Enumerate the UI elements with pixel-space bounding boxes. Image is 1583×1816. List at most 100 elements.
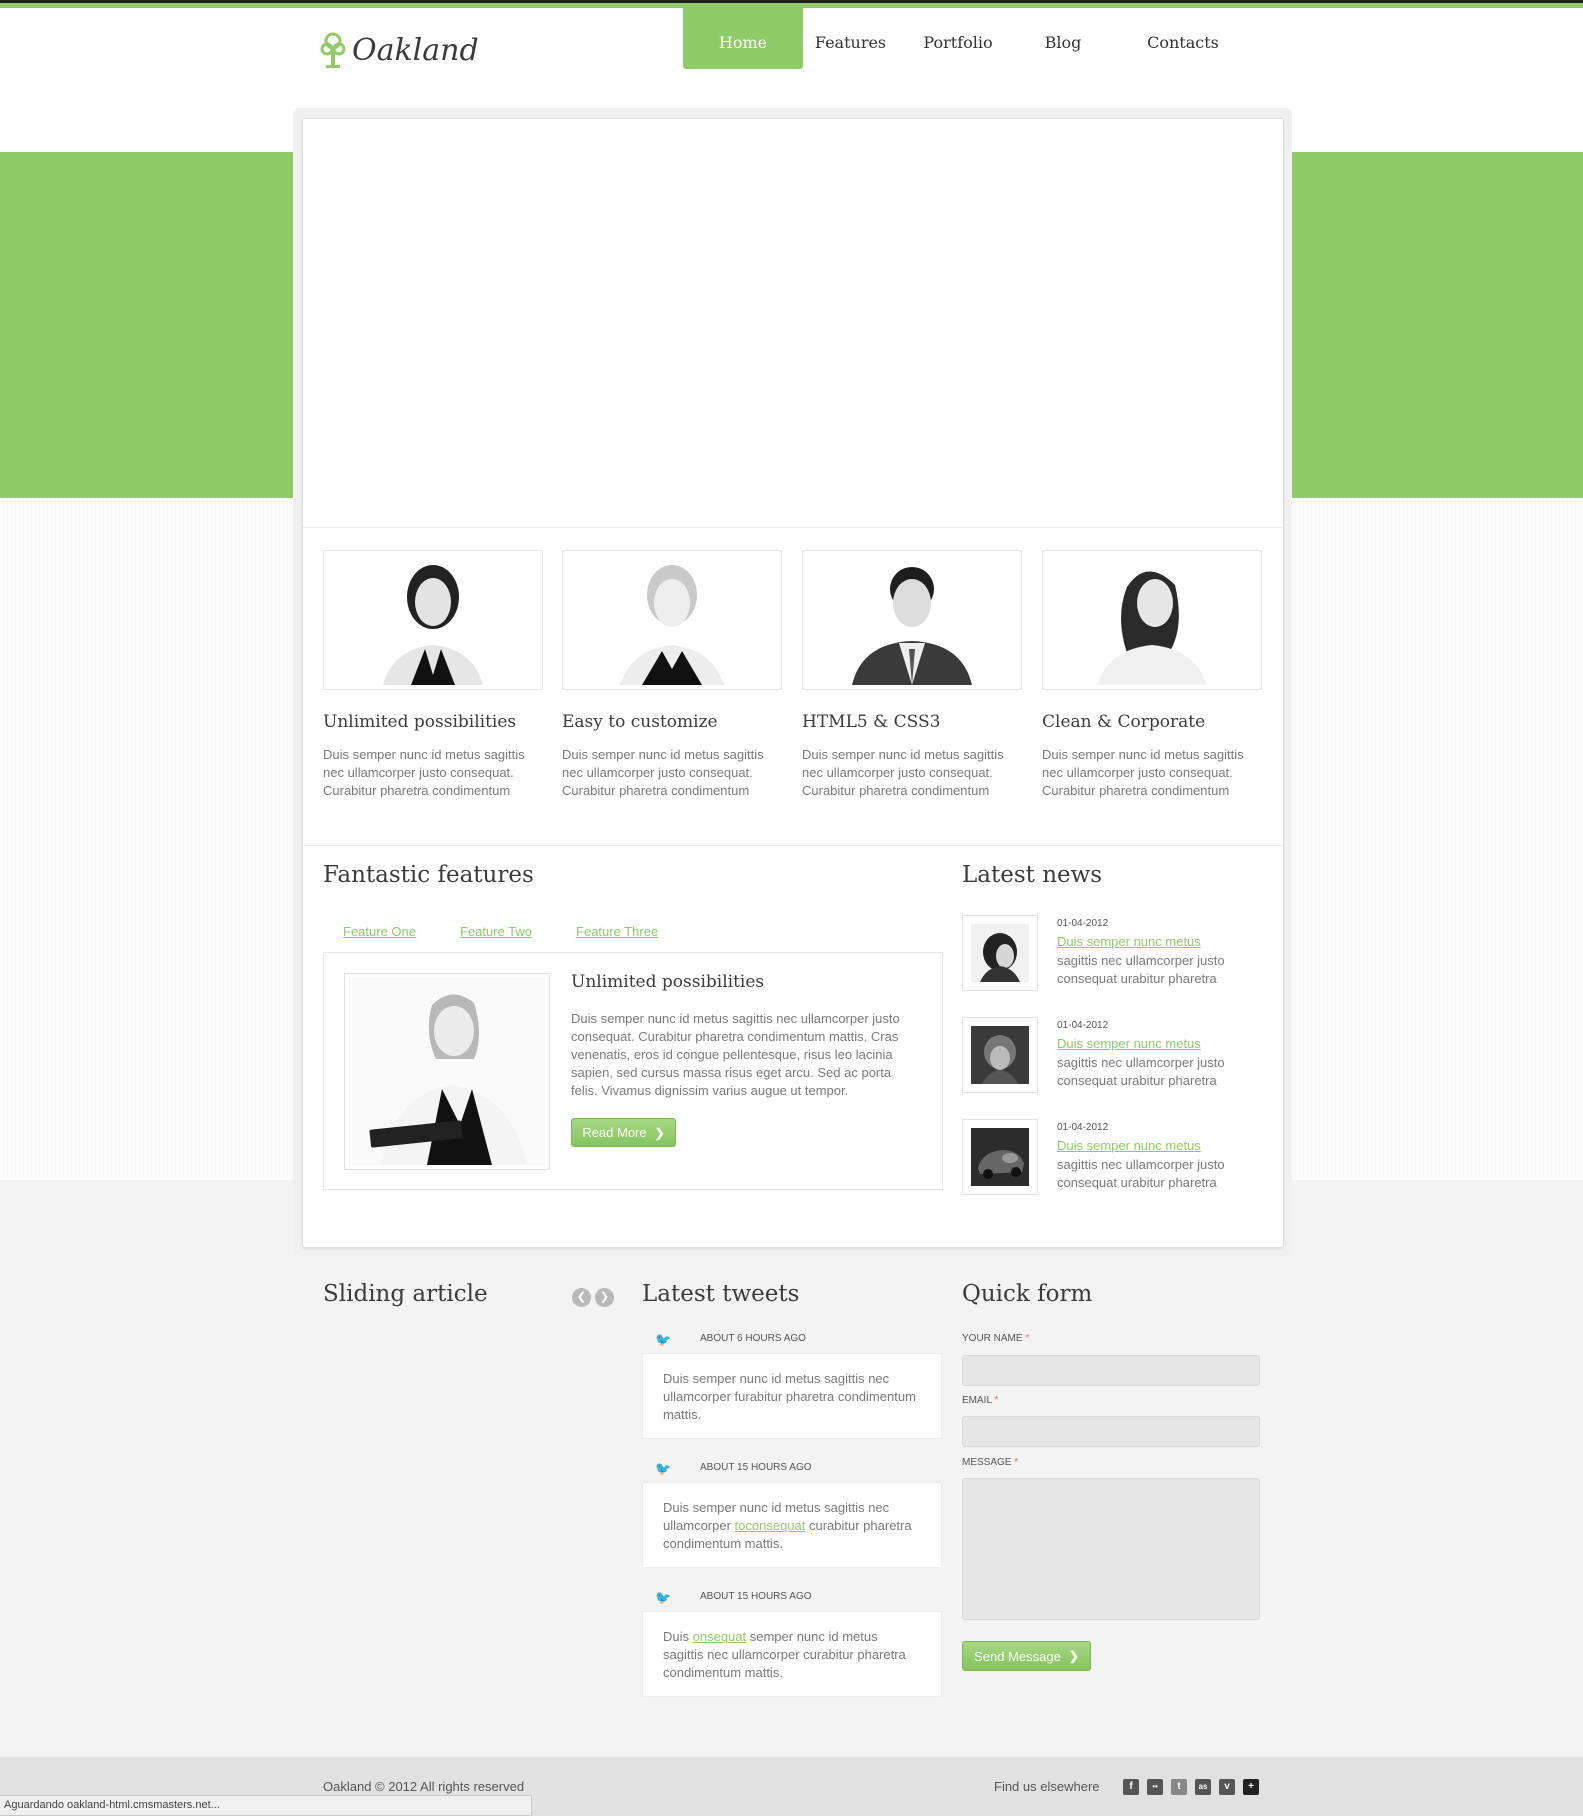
feature-photo: [323, 550, 543, 690]
tab-feature-two[interactable]: Feature Two: [460, 924, 532, 939]
feature-column: HTML5 & CSS3 Duis semper nunc id metus s…: [802, 550, 1022, 800]
feature-tabs: Feature One Feature Two Feature Three: [343, 924, 658, 939]
woman-portrait-icon: [383, 565, 483, 685]
brand-name: Oakland: [352, 32, 479, 68]
woman-portrait-icon: [620, 565, 724, 685]
nav-home[interactable]: Home: [683, 8, 803, 69]
tweet-text: Duis: [663, 1629, 693, 1644]
feature-text: Duis semper nunc id metus sagittis nec u…: [562, 747, 764, 798]
send-message-label: Send Message: [974, 1648, 1061, 1664]
news-item: [962, 915, 1038, 991]
divider: [303, 845, 1283, 846]
email-label-text: EMAIL: [962, 1395, 992, 1406]
tweet-time: ABOUT 6 HOURS AGO: [700, 1333, 806, 1344]
twitter-icon[interactable]: t: [1171, 1779, 1187, 1795]
nav-portfolio[interactable]: Portfolio: [898, 8, 1018, 69]
feature-title: HTML5 & CSS3: [802, 712, 941, 732]
feature-column: Easy to customize Duis semper nunc id me…: [562, 550, 782, 800]
tab-feature-one[interactable]: Feature One: [343, 924, 416, 939]
news-thumbnail[interactable]: [962, 1119, 1038, 1195]
feature-tab-photo: [344, 973, 550, 1170]
feature-photo: [1042, 550, 1262, 690]
copyright-text: Oakland © 2012 All rights reserved: [323, 1779, 525, 1794]
tab-feature-three[interactable]: Feature Three: [576, 924, 658, 939]
message-textarea[interactable]: [962, 1478, 1260, 1620]
facebook-icon[interactable]: f: [1123, 1779, 1139, 1795]
latest-tweets-title: Latest tweets: [642, 1281, 800, 1307]
site-logo[interactable]: Oakland: [320, 28, 479, 72]
twitter-bird-icon: 🐦: [655, 1461, 672, 1476]
chevron-right-icon: ❯: [654, 1125, 665, 1140]
tweet: Duis semper nunc id metus sagittis nec u…: [642, 1353, 942, 1439]
news-link[interactable]: Duis semper nunc metus: [1057, 934, 1201, 949]
news-item: [962, 1119, 1038, 1195]
feature-title: Easy to customize: [562, 712, 718, 732]
woman-portrait-icon: [1097, 571, 1207, 685]
slide-prev-button[interactable]: ❮: [572, 1288, 591, 1307]
news-link[interactable]: Duis semper nunc metus: [1057, 1138, 1201, 1153]
tweet-link[interactable]: onsequat: [693, 1629, 747, 1644]
news-date: 01-04-2012: [1057, 1020, 1109, 1031]
read-more-button[interactable]: Read More ❯: [571, 1118, 676, 1147]
lastfm-icon[interactable]: as: [1195, 1779, 1211, 1795]
tweet: Duis onsequat semper nunc id metus sagit…: [642, 1611, 942, 1697]
sliding-article-title: Sliding article: [323, 1281, 488, 1307]
name-input[interactable]: [962, 1355, 1260, 1386]
find-us-text: Find us elsewhere: [994, 1779, 1100, 1794]
feature-column: Clean & Corporate Duis semper nunc id me…: [1042, 550, 1262, 800]
required-mark: *: [1014, 1457, 1019, 1468]
message-label: MESSAGE *: [962, 1457, 1018, 1468]
name-label: YOUR NAME *: [962, 1333, 1029, 1344]
news-date: 01-04-2012: [1057, 1122, 1109, 1133]
required-mark: *: [1025, 1333, 1030, 1344]
tree-icon: [320, 32, 346, 68]
twitter-bird-icon: 🐦: [655, 1590, 672, 1605]
send-message-button[interactable]: Send Message ❯: [962, 1641, 1091, 1671]
vehicle-icon: [978, 1150, 1024, 1179]
feature-title: Unlimited possibilities: [323, 712, 517, 732]
woman-with-book-icon: [369, 994, 527, 1165]
browser-status-bar: Aguardando oakland-html.cmsmasters.net..…: [0, 1795, 532, 1816]
feature-text: Duis semper nunc id metus sagittis nec u…: [1042, 747, 1244, 798]
tweet-text: Duis semper nunc id metus sagittis nec u…: [663, 1371, 916, 1422]
latest-news-title: Latest news: [962, 862, 1103, 888]
message-label-text: MESSAGE: [962, 1457, 1012, 1468]
news-date: 01-04-2012: [1057, 918, 1109, 929]
social-links: f •• t as v +: [1123, 1779, 1259, 1795]
flickr-icon[interactable]: ••: [1147, 1779, 1163, 1795]
email-label: EMAIL *: [962, 1395, 998, 1406]
fantastic-features-title: Fantastic features: [323, 862, 534, 888]
news-text: sagittis nec ullamcorper justo consequat…: [1057, 1157, 1225, 1190]
man-portrait-icon: [852, 567, 972, 685]
tweet-link[interactable]: toconsequat: [735, 1518, 806, 1533]
news-link[interactable]: Duis semper nunc metus: [1057, 1036, 1201, 1051]
news-thumbnail[interactable]: [962, 1017, 1038, 1093]
read-more-label: Read More: [582, 1125, 647, 1140]
slide-next-button[interactable]: ❯: [595, 1288, 614, 1307]
feature-title: Clean & Corporate: [1042, 712, 1206, 732]
hero-slider[interactable]: [303, 119, 1283, 528]
robot-girl-icon: [982, 1035, 1018, 1084]
nav-blog[interactable]: Blog: [1018, 8, 1108, 69]
nav-features[interactable]: Features: [803, 8, 898, 69]
news-text: sagittis nec ullamcorper justo consequat…: [1057, 1055, 1225, 1088]
googleplus-icon[interactable]: +: [1243, 1779, 1259, 1795]
vimeo-icon[interactable]: v: [1219, 1779, 1235, 1795]
feature-photo: [802, 550, 1022, 690]
nav-contacts[interactable]: Contacts: [1108, 8, 1258, 69]
news-thumbnail[interactable]: [962, 915, 1038, 991]
quick-form-title: Quick form: [962, 1281, 1093, 1307]
required-mark: *: [994, 1395, 999, 1406]
news-item: [962, 1017, 1038, 1093]
feature-tab-heading: Unlimited possibilities: [571, 972, 765, 992]
email-input[interactable]: [962, 1416, 1260, 1447]
feature-text: Duis semper nunc id metus sagittis nec u…: [802, 747, 1004, 798]
name-label-text: YOUR NAME: [962, 1333, 1023, 1344]
twitter-bird-icon: 🐦: [655, 1332, 672, 1347]
main-nav: Home Features Portfolio Blog Contacts: [683, 8, 1258, 69]
tweet-time: ABOUT 15 HOURS AGO: [700, 1591, 812, 1602]
feature-tab-text: Duis semper nunc id metus sagittis nec u…: [571, 1011, 900, 1098]
tweet: Duis semper nunc id metus sagittis nec u…: [642, 1482, 942, 1568]
news-text: sagittis nec ullamcorper justo consequat…: [1057, 953, 1225, 986]
feature-photo: [562, 550, 782, 690]
